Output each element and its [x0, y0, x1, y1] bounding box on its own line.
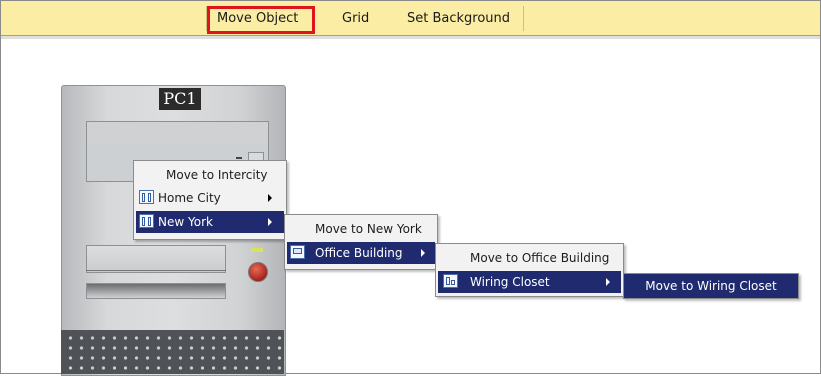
building-icon — [290, 245, 305, 259]
submenu-arrow-icon — [421, 249, 425, 257]
set-background-button[interactable]: Set Background — [407, 11, 510, 26]
menu-item-label: Move to Intercity — [166, 168, 268, 182]
device-label: PC1 — [159, 88, 201, 110]
submenu-arrow-icon — [606, 278, 610, 286]
toolbar: Move Object Grid Set Background — [1, 1, 820, 36]
floppy-drive — [86, 245, 226, 273]
menu-item-home-city[interactable]: Home City — [136, 187, 284, 209]
menu-item-move-to-new-york[interactable]: Move to New York — [287, 218, 435, 240]
menu-item-new-york[interactable]: New York — [136, 211, 284, 233]
menu-item-move-to-wiring-closet[interactable]: Move to Wiring Closet — [623, 273, 799, 299]
city-icon — [139, 214, 154, 228]
power-button — [248, 262, 268, 282]
menu-item-move-to-office-building[interactable]: Move to Office Building — [438, 247, 621, 269]
menu-item-wiring-closet[interactable]: Wiring Closet — [438, 271, 621, 293]
drive-bay — [86, 121, 269, 145]
wiring-closet-icon — [443, 274, 458, 288]
city-icon — [139, 190, 154, 204]
submenu-arrow-icon — [268, 194, 272, 202]
toolbar-separator — [523, 6, 524, 31]
context-submenu: Move to Office Building Wiring Closet — [435, 243, 624, 297]
grid-button[interactable]: Grid — [342, 11, 369, 26]
menu-item-label: Office Building — [315, 246, 403, 260]
context-menu: Move to Intercity Home City New York — [133, 160, 287, 240]
menu-item-label: Move to New York — [315, 222, 422, 236]
power-led — [251, 248, 263, 252]
menu-item-move-to-intercity[interactable]: Move to Intercity — [136, 164, 284, 186]
drive-divider — [86, 270, 226, 271]
vent-grille — [61, 330, 284, 374]
menu-item-label: Wiring Closet — [470, 275, 550, 289]
submenu-arrow-icon — [268, 218, 272, 226]
menu-item-label: Move to Office Building — [470, 251, 610, 265]
move-object-highlight — [207, 6, 315, 34]
drive-slot — [86, 283, 226, 299]
menu-item-office-building[interactable]: Office Building — [287, 242, 435, 264]
context-submenu: Move to New York Office Building — [284, 214, 438, 270]
menu-item-label: New York — [158, 215, 213, 229]
menu-item-label: Home City — [158, 191, 221, 205]
toolbar-divider — [1, 36, 820, 39]
drive-indicator — [236, 157, 242, 159]
